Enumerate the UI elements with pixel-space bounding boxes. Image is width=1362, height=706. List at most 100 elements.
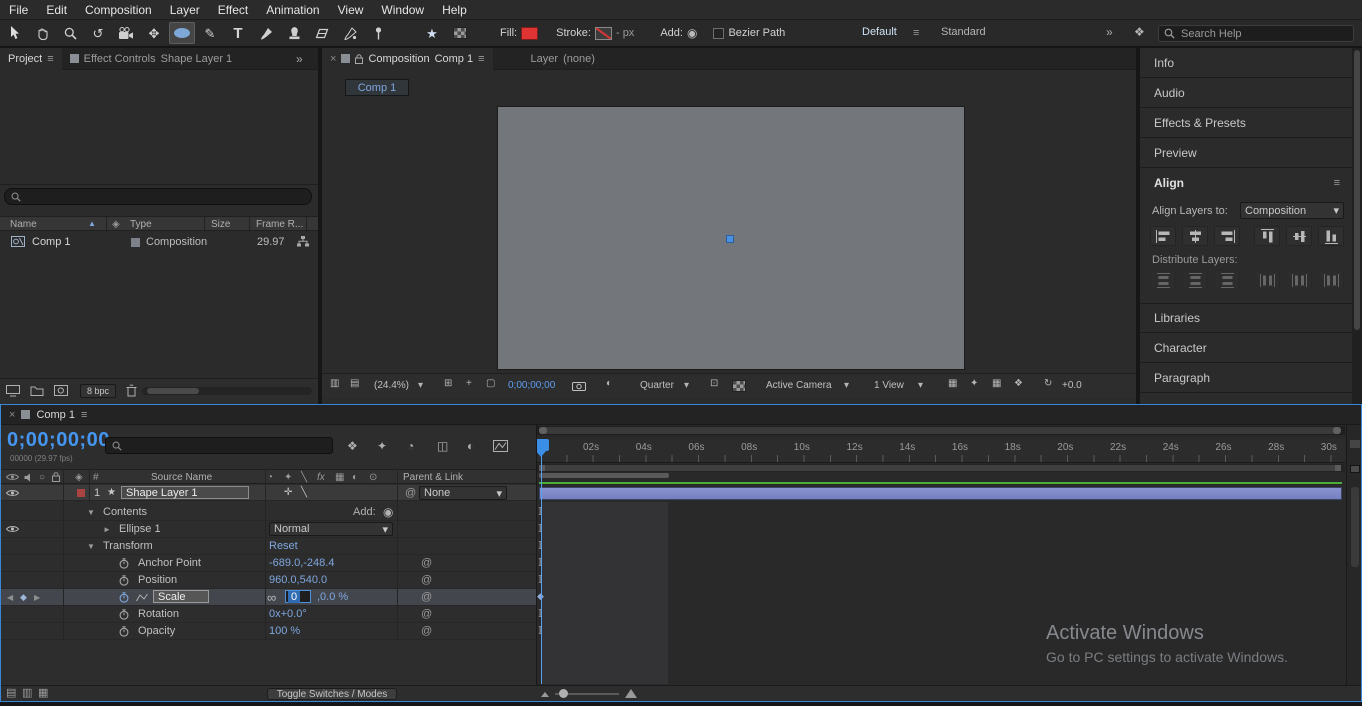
timeline-search-box[interactable] xyxy=(105,437,333,454)
anchor-pickwhip-icon[interactable]: @ xyxy=(421,557,432,569)
distribute-horizontal-center-button[interactable] xyxy=(1286,270,1312,290)
grid-guides-icon[interactable]: ⊞ xyxy=(444,379,452,389)
distribute-vertical-center-button[interactable] xyxy=(1182,270,1208,290)
layer-label-color[interactable] xyxy=(77,489,85,497)
always-preview-icon[interactable]: ▥ xyxy=(330,379,339,389)
layer-quality-switch[interactable]: ╲ xyxy=(301,487,307,498)
twirl-contents-icon[interactable]: ▼ xyxy=(87,508,95,517)
distribute-bottom-button[interactable] xyxy=(1214,270,1240,290)
rotation-value[interactable]: 0x+0.0° xyxy=(269,608,307,620)
align-layers-dropdown[interactable]: Composition ▾ xyxy=(1240,202,1344,219)
time-ruler[interactable]: 02s 04s 06s 08s 10s 12s 14s 16s 18s 20s 22s 24s 26s 2… xyxy=(537,439,1345,463)
motion-blur-icon[interactable]: ◐ xyxy=(467,440,474,452)
toggle-switches-pane-icon[interactable]: ▦ xyxy=(38,688,48,699)
timeline-vscroll-thumb[interactable] xyxy=(1351,487,1359,567)
toolbar-overflow-chevrons[interactable]: » xyxy=(1106,25,1113,39)
toggle-switches-modes-button[interactable]: Toggle Switches / Modes xyxy=(267,688,397,700)
work-area-start-handle[interactable] xyxy=(539,465,545,471)
zoom-tool[interactable] xyxy=(57,22,83,44)
work-area-bar[interactable] xyxy=(539,465,1341,471)
main-viewer-icon[interactable]: ▤ xyxy=(350,379,359,389)
property-label-anchor-point[interactable]: Anchor Point xyxy=(138,557,201,569)
transparency-grid-icon[interactable] xyxy=(732,380,746,392)
time-navigator-end-handle[interactable] xyxy=(1333,427,1341,434)
tab-layer[interactable]: Layer (none) xyxy=(523,53,603,65)
timeline-search-input[interactable] xyxy=(127,437,326,454)
position-value[interactable]: 960.0,540.0 xyxy=(269,574,327,586)
zoom-in-mountain-icon[interactable] xyxy=(625,689,637,698)
shape-anchor-handle[interactable] xyxy=(726,235,734,243)
parent-pickwhip-icon[interactable]: @ xyxy=(405,488,416,499)
rotation-tool[interactable]: ↺ xyxy=(85,22,111,44)
layer-visibility-eye-icon[interactable] xyxy=(5,489,20,497)
ellipse-shape-tool[interactable] xyxy=(169,22,195,44)
keyframe-nav-diamond-icon[interactable]: ◆ xyxy=(20,592,27,603)
property-label-opacity[interactable]: Opacity xyxy=(138,625,175,637)
pen-tool[interactable]: ✎ xyxy=(197,22,223,44)
item-name[interactable]: Comp 1 xyxy=(32,236,71,248)
scale-rest-value[interactable]: ,0.0 % xyxy=(317,591,348,603)
project-search-box[interactable] xyxy=(4,188,312,205)
ellipse-visibility-eye-icon[interactable] xyxy=(5,525,20,533)
position-stopwatch-icon[interactable] xyxy=(119,575,129,586)
toggle-transfer-pane-icon[interactable]: ▥ xyxy=(22,688,32,699)
stroke-label[interactable]: Stroke: xyxy=(556,27,591,39)
composition-mini-flowchart-icon[interactable]: ❖ xyxy=(347,440,358,452)
camera-view-value[interactable]: Active Camera xyxy=(766,380,832,391)
property-label-transform[interactable]: Transform xyxy=(103,540,153,552)
scale-link-icon[interactable]: ∞ xyxy=(267,590,276,605)
column-size[interactable]: Size xyxy=(211,219,230,230)
workspace-bar-icon[interactable]: ❖ xyxy=(1134,26,1145,38)
draft-3d-icon[interactable]: ✦ xyxy=(377,440,387,452)
mask-visibility-icon[interactable]: ▢ xyxy=(486,379,495,389)
layer-duration-bar[interactable] xyxy=(539,487,1342,500)
menu-effect[interactable]: Effect xyxy=(209,3,257,17)
fast-previews-icon[interactable]: ✦ xyxy=(970,379,978,389)
menu-help[interactable]: Help xyxy=(433,3,476,17)
keyframe-nav-prev-icon[interactable]: ◀ xyxy=(7,593,13,602)
time-navigator-start-handle[interactable] xyxy=(539,427,547,434)
flowchart-button-icon[interactable]: ❖ xyxy=(1014,379,1023,389)
layer-name-box[interactable]: Shape Layer 1 xyxy=(121,486,249,499)
tab-composition[interactable]: × Composition Comp 1 ≡ xyxy=(322,47,493,70)
rotation-pickwhip-icon[interactable]: @ xyxy=(421,608,432,620)
help-search-input[interactable] xyxy=(1179,26,1348,41)
panel-tab-character[interactable]: Character xyxy=(1140,333,1352,363)
work-area-end-handle[interactable] xyxy=(1335,465,1341,471)
zoom-out-mountain-icon[interactable] xyxy=(541,692,549,697)
transform-reset-link[interactable]: Reset xyxy=(269,540,298,552)
hide-shy-layers-icon[interactable]: ◔ xyxy=(407,440,414,452)
workspace-menu-icon[interactable]: ≡ xyxy=(913,27,919,39)
align-horizontal-center-button[interactable] xyxy=(1182,226,1208,246)
layer-row[interactable]: 1 ★ Shape Layer 1 ✛ ╲ @ None ▾ xyxy=(1,485,536,501)
panel-tab-info[interactable]: Info xyxy=(1140,48,1352,78)
rotation-stopwatch-icon[interactable] xyxy=(119,609,129,620)
parent-dropdown[interactable]: None ▾ xyxy=(419,486,507,500)
resolution-value[interactable]: Quarter xyxy=(640,380,674,391)
opacity-value[interactable]: 100 % xyxy=(269,625,300,637)
pixel-aspect-icon[interactable]: ▦ xyxy=(948,379,957,389)
close-tab-icon[interactable]: × xyxy=(9,409,15,421)
align-vertical-center-button[interactable] xyxy=(1286,226,1312,246)
column-framerate[interactable]: Frame R... xyxy=(256,219,303,230)
align-bottom-button[interactable] xyxy=(1318,226,1344,246)
hand-tool[interactable] xyxy=(29,22,55,44)
contents-add-button[interactable]: ◉ xyxy=(383,506,393,518)
viewer-panel-menu-icon[interactable]: ≡ xyxy=(478,53,484,65)
align-top-button[interactable] xyxy=(1254,226,1280,246)
reset-exposure-icon[interactable]: ↻ xyxy=(1044,379,1052,389)
menu-view[interactable]: View xyxy=(329,3,373,17)
camera-tool[interactable] xyxy=(113,22,139,44)
distribute-top-button[interactable] xyxy=(1150,270,1176,290)
menu-edit[interactable]: Edit xyxy=(37,3,76,17)
exposure-value[interactable]: +0.0 xyxy=(1062,380,1082,391)
scale-label-box[interactable]: Scale xyxy=(153,590,209,603)
project-search-input[interactable] xyxy=(26,188,305,205)
sidebar-scrollbar-thumb[interactable] xyxy=(1354,50,1360,330)
panel-tab-effects-presets[interactable]: Effects & Presets xyxy=(1140,108,1352,138)
project-item-row[interactable]: Comp 1 Composition 29.97 xyxy=(0,234,318,250)
align-panel-menu-icon[interactable]: ≡ xyxy=(1334,177,1340,189)
menu-layer[interactable]: Layer xyxy=(161,3,209,17)
add-shape-menu-button[interactable]: ◉ xyxy=(687,27,697,39)
source-name-column[interactable]: Source Name xyxy=(151,472,212,483)
